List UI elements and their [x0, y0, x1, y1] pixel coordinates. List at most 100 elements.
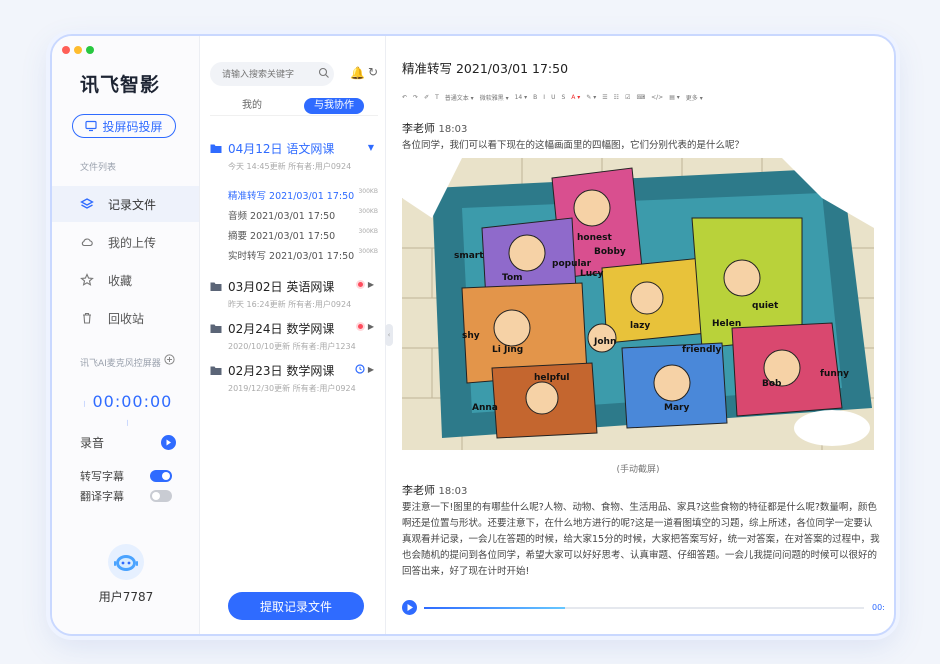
chevron-right-icon[interactable]: ▶: [368, 322, 374, 331]
cast-label: 投屏码投屏: [102, 119, 163, 134]
screenshot-image[interactable]: honest Bobby smart Tom popular Lucy quie…: [402, 158, 874, 450]
document-title: 精准转写 2021/03/01 17:50: [402, 61, 569, 76]
folder-icon: [210, 366, 222, 375]
nav-label: 记录文件: [108, 197, 157, 212]
text-style-select[interactable]: 普通文本 ▾: [445, 93, 474, 102]
cast-screen-button[interactable]: 投屏码投屏: [72, 114, 176, 138]
more-button[interactable]: 更多 ▾: [686, 93, 703, 102]
nav-label: 收藏: [108, 273, 133, 288]
app-logo: 讯飞智影: [80, 74, 161, 96]
number-list-icon[interactable]: ☷: [614, 94, 619, 101]
trash-icon: [83, 312, 91, 324]
folder-item[interactable]: 04月12日 语文网课 今天 14:45更新 所有者:用户0924 ▼: [210, 140, 380, 172]
file-item[interactable]: 实时转写 2021/03/01 17:50 300KB: [228, 248, 378, 262]
folder-title: 02月23日 数学网课: [228, 364, 335, 378]
minimize-window-button[interactable]: [74, 46, 82, 54]
folder-icon: [210, 324, 222, 333]
clear-format-icon[interactable]: T: [435, 94, 439, 101]
folder-meta: 2019/12/30更新 所有者:用户0924: [228, 384, 356, 393]
play-button[interactable]: [402, 600, 417, 615]
subtitle-row: 转写字幕: [80, 468, 124, 484]
add-device-icon[interactable]: [164, 354, 175, 365]
folder-status: ▶: [355, 322, 374, 331]
folder-title: 04月12日 语文网课: [228, 142, 335, 156]
file-label: 摘要 2021/03/01 17:50: [228, 231, 336, 242]
monitor-icon: [85, 120, 98, 132]
nav-favorites[interactable]: 收藏: [52, 262, 199, 298]
font-select[interactable]: 微软雅黑 ▾: [480, 93, 509, 102]
chevron-right-icon[interactable]: ▶: [368, 365, 374, 374]
chevron-down-icon[interactable]: ▼: [368, 143, 374, 152]
nav-recycle-bin[interactable]: 回收站: [52, 300, 199, 336]
play-icon: [407, 604, 413, 611]
redo-icon[interactable]: ↷: [413, 94, 418, 101]
recording-dot-icon: [355, 322, 365, 331]
file-size: 300KB: [358, 228, 378, 235]
record-row: 录音: [80, 434, 176, 451]
strikethrough-button[interactable]: S: [561, 94, 565, 101]
checkbox-icon[interactable]: ☑: [625, 94, 630, 101]
close-window-button[interactable]: [62, 46, 70, 54]
format-brush-icon[interactable]: ✐: [424, 94, 429, 101]
search-icon[interactable]: [318, 67, 330, 79]
cartoon-illustration: honest Bobby smart Tom popular Lucy quie…: [402, 158, 874, 450]
bullet-list-icon[interactable]: ☰: [602, 94, 607, 101]
folder-item[interactable]: 02月24日 数学网课 2020/10/10更新 所有者:用户1234 ▶: [210, 320, 380, 352]
extract-record-button[interactable]: 提取记录文件: [228, 592, 364, 620]
maximize-window-button[interactable]: [86, 46, 94, 54]
folder-status: ▶: [355, 280, 374, 289]
nav-record-files[interactable]: 记录文件: [52, 186, 199, 222]
file-item[interactable]: 音频 2021/03/01 17:50 300KB: [228, 208, 378, 222]
file-panel: 🔔 ↻ 我的 与我协作 04月12日 语文网课 今天 14:45更新 所有者:用…: [200, 36, 386, 634]
robot-avatar-icon: [114, 555, 138, 571]
image-label: Tom: [502, 273, 523, 283]
bell-icon[interactable]: 🔔: [350, 66, 365, 80]
image-label: helpful: [534, 373, 569, 383]
record-button[interactable]: [161, 435, 176, 450]
image-label: smart: [454, 251, 484, 261]
image-label: quiet: [752, 301, 779, 311]
device-label: 讯飞AI麦克风控屏器: [80, 359, 161, 369]
progress-track[interactable]: [424, 607, 864, 609]
folder-item[interactable]: 02月23日 数学网课 2019/12/30更新 所有者:用户0924 ▶: [210, 362, 380, 394]
refresh-icon[interactable]: ↻: [368, 65, 378, 79]
folder-item[interactable]: 03月02日 英语网课 昨天 16:24更新 所有者:用户0924 ▶: [210, 278, 380, 310]
tab-collaboration[interactable]: 与我协作: [304, 98, 364, 114]
nav-my-uploads[interactable]: 我的上传: [52, 224, 199, 260]
folder-icon: [210, 282, 222, 291]
highlight-button[interactable]: ✎ ▾: [586, 94, 596, 101]
image-label: Bob: [762, 379, 782, 389]
timer-value: 00:00:00: [92, 392, 173, 411]
subtitle-label: 转写字幕: [80, 470, 124, 483]
subtitle-toggle[interactable]: [150, 470, 172, 482]
underline-button[interactable]: U: [551, 94, 555, 101]
file-size: 300KB: [358, 188, 378, 195]
sound-wave-right-icon: ⦚: [126, 419, 130, 428]
font-color-button[interactable]: A ▾: [571, 94, 580, 101]
file-item[interactable]: 摘要 2021/03/01 17:50 300KB: [228, 228, 378, 242]
search-input[interactable]: [210, 62, 334, 86]
table-icon[interactable]: ▤ ▾: [669, 94, 680, 101]
play-icon: [166, 439, 171, 446]
image-label: friendly: [682, 345, 721, 355]
file-item[interactable]: 精准转写 2021/03/01 17:50 300KB: [228, 188, 378, 202]
translate-label: 翻译字幕: [80, 490, 124, 503]
keyboard-icon[interactable]: ⌨: [636, 94, 645, 101]
chevron-right-icon[interactable]: ▶: [368, 280, 374, 289]
avatar[interactable]: [108, 544, 144, 580]
translate-toggle[interactable]: [150, 490, 172, 502]
font-size-select[interactable]: 14 ▾: [515, 94, 528, 101]
image-label: Bobby: [594, 247, 626, 257]
image-label: Li Jing: [492, 345, 523, 355]
image-label: funny: [820, 369, 849, 379]
transcript-panel: 精准转写 2021/03/01 17:50 ↶ ↷ ✐ T 普通文本 ▾ 微软雅…: [388, 36, 894, 634]
bold-button[interactable]: B: [533, 94, 537, 101]
code-icon[interactable]: </>: [651, 94, 663, 101]
record-timer: ⦚ 00:00:00 ⦚: [80, 392, 176, 430]
tab-mine[interactable]: 我的: [232, 98, 272, 114]
italic-button[interactable]: I: [543, 94, 545, 101]
file-tabs: 我的 与我协作: [210, 98, 378, 116]
undo-icon[interactable]: ↶: [402, 94, 407, 101]
speaker-header: 李老师 18:03: [402, 482, 467, 498]
app-window: 讯飞智影 投屏码投屏 文件列表 记录文件 我的上传 收藏 回收站 讯飞AI麦克风…: [50, 34, 896, 636]
